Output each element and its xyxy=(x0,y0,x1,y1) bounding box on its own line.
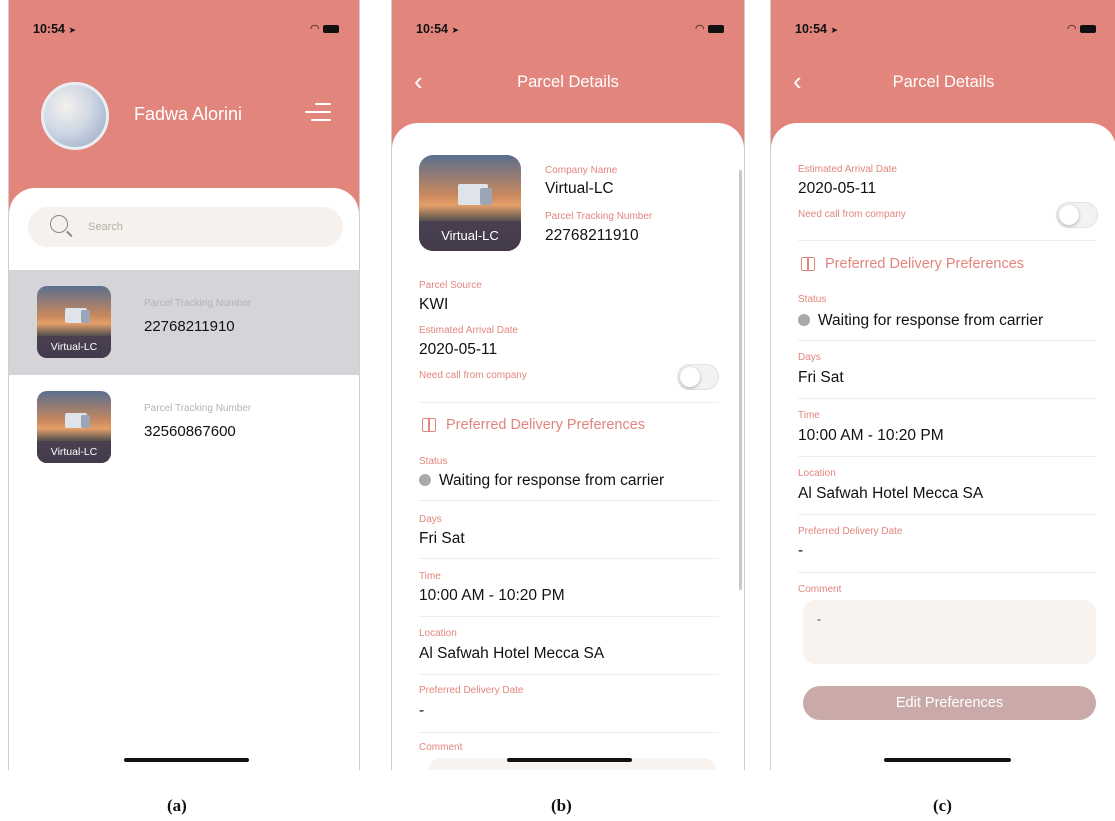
search-input[interactable]: Search xyxy=(28,207,343,247)
caption-b: (b) xyxy=(551,796,572,815)
avatar[interactable] xyxy=(41,82,109,150)
divider xyxy=(798,240,1096,241)
divider xyxy=(798,456,1096,457)
parcel-row-2[interactable]: Virtual-LC Parcel Tracking Number 325608… xyxy=(9,375,359,480)
divider xyxy=(798,340,1096,341)
status-dot-icon xyxy=(419,473,431,486)
divider xyxy=(798,398,1096,399)
status-time: 10:54 ➤ xyxy=(33,22,77,36)
caption-a: (a) xyxy=(167,796,187,815)
time-label: Time xyxy=(798,410,820,421)
page-title: Parcel Details xyxy=(517,73,619,91)
screen-parcel-details-scrolled: 10:54 ➤ ◠ ‹ Parcel Details Estimated Arr… xyxy=(770,0,1115,770)
divider xyxy=(798,514,1096,515)
tracking-value: 22768211910 xyxy=(545,227,639,244)
pdd-label: Preferred Delivery Date xyxy=(419,685,524,696)
divider xyxy=(798,572,1096,573)
eta-value: 2020-05-11 xyxy=(798,180,877,197)
divider xyxy=(419,616,719,617)
search-icon xyxy=(50,215,68,233)
tracking-number: 32560867600 xyxy=(144,423,236,440)
company-logo: Virtual-LC xyxy=(37,286,111,358)
comment-label: Comment xyxy=(419,742,463,753)
company-logo: Virtual-LC xyxy=(419,155,521,251)
screen-parcel-details: 10:54 ➤ ◠ ‹ Parcel Details Virtual-LC Co… xyxy=(391,0,745,770)
divider xyxy=(419,732,719,733)
caption-c: (c) xyxy=(933,796,952,815)
eta-value: 2020-05-11 xyxy=(419,341,498,358)
tracking-label: Parcel Tracking Number xyxy=(144,298,252,309)
home-indicator xyxy=(884,758,1011,762)
status-value: Waiting for response from carrier xyxy=(798,312,1043,330)
time-label: Time xyxy=(419,571,441,582)
divider xyxy=(419,500,719,501)
tracking-label: Parcel Tracking Number xyxy=(545,211,653,222)
divider xyxy=(419,402,719,403)
edit-preferences-button[interactable]: Edit Preferences xyxy=(803,686,1096,720)
eta-label: Estimated Arrival Date xyxy=(798,164,897,175)
company-logo: Virtual-LC xyxy=(37,391,111,463)
days-label: Days xyxy=(419,514,442,525)
pdd-value: - xyxy=(419,702,425,719)
call-label: Need call from company xyxy=(419,370,527,381)
location-value: Al Safwah Hotel Mecca SA xyxy=(798,485,984,502)
menu-icon[interactable] xyxy=(305,102,331,122)
comment-label: Comment xyxy=(798,584,842,595)
status-time: 10:54 ➤ xyxy=(795,22,839,36)
status-dot-icon xyxy=(798,313,810,326)
location-label: Location xyxy=(798,468,836,479)
call-toggle[interactable] xyxy=(677,364,719,390)
company-value: Virtual-LC xyxy=(545,180,614,197)
page-title: Parcel Details xyxy=(892,73,995,91)
wifi-icon: ◠ xyxy=(1067,23,1077,35)
location-value: Al Safwah Hotel Mecca SA xyxy=(419,645,605,662)
status-bar: 10:54 ➤ ◠ xyxy=(771,0,1115,42)
divider xyxy=(419,558,719,559)
search-placeholder: Search xyxy=(88,221,123,233)
status-bar: 10:54 ➤ ◠ xyxy=(392,0,744,42)
tracking-label: Parcel Tracking Number xyxy=(144,403,252,414)
pdd-value: - xyxy=(798,542,804,559)
source-label: Parcel Source xyxy=(419,280,482,291)
status-label: Status xyxy=(798,294,827,305)
package-icon xyxy=(801,257,815,271)
days-value: Fri Sat xyxy=(798,369,844,386)
parcel-row-1[interactable]: Virtual-LC Parcel Tracking Number 227682… xyxy=(9,270,359,375)
status-label: Status xyxy=(419,456,448,467)
call-toggle[interactable] xyxy=(1056,202,1098,228)
status-icons: ◠ xyxy=(1068,22,1096,35)
call-label: Need call from company xyxy=(798,209,906,220)
tracking-number: 22768211910 xyxy=(144,318,235,335)
time-value: 10:00 AM - 10:20 PM xyxy=(419,587,565,604)
time-value: 10:00 AM - 10:20 PM xyxy=(798,427,944,444)
comment-box[interactable]: - xyxy=(803,600,1096,664)
battery-icon xyxy=(708,25,724,34)
battery-icon xyxy=(1080,25,1096,34)
preferences-title: Preferred Delivery Preferences xyxy=(446,417,646,433)
eta-label: Estimated Arrival Date xyxy=(419,325,518,336)
home-indicator xyxy=(507,758,632,762)
status-icons: ◠ xyxy=(696,22,724,35)
user-name: Fadwa Alorini xyxy=(134,104,243,124)
location-label: Location xyxy=(419,628,457,639)
company-label: Company Name xyxy=(545,165,618,176)
days-value: Fri Sat xyxy=(419,530,465,547)
scrollbar[interactable] xyxy=(739,170,742,590)
status-value: Waiting for response from carrier xyxy=(419,472,664,490)
wifi-icon: ◠ xyxy=(695,23,705,35)
home-indicator xyxy=(124,758,249,762)
source-value: KWI xyxy=(419,296,449,313)
status-time: 10:54 ➤ xyxy=(416,22,460,36)
days-label: Days xyxy=(798,352,821,363)
divider xyxy=(419,674,719,675)
comment-value: - xyxy=(817,612,821,626)
status-bar: 10:54 ➤ ◠ xyxy=(9,0,359,42)
pdd-label: Preferred Delivery Date xyxy=(798,526,903,537)
preferences-title: Preferred Delivery Preferences xyxy=(825,256,1025,272)
status-icons: ◠ xyxy=(311,22,339,35)
screen-parcel-list: 10:54 ➤ ◠ Fadwa Alorini Search Virtual-L… xyxy=(8,0,360,770)
wifi-icon: ◠ xyxy=(310,23,320,35)
battery-icon xyxy=(323,25,339,34)
package-icon xyxy=(422,418,436,432)
